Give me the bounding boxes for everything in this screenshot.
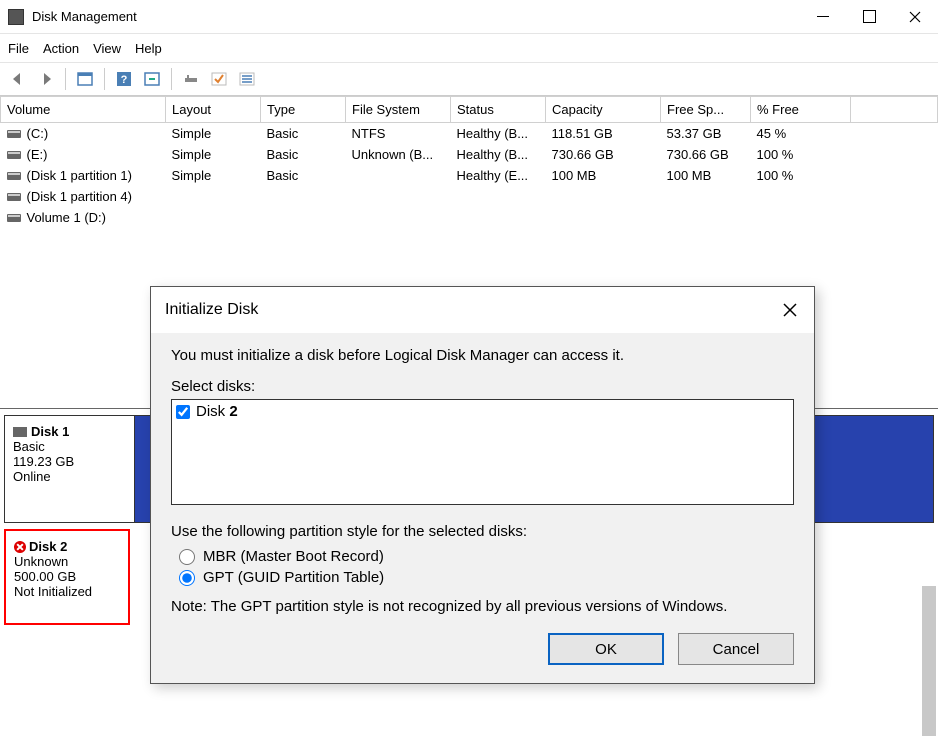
disk-checkbox[interactable]: [176, 405, 190, 419]
initialize-disk-dialog: Initialize Disk You must initialize a di…: [150, 286, 815, 684]
partition-style-label: Use the following partition style for th…: [171, 523, 794, 540]
col-pctfree[interactable]: % Free: [751, 97, 851, 123]
col-capacity[interactable]: Capacity: [546, 97, 661, 123]
disk-header: Disk 2 Unknown 500.00 GB Not Initialized: [6, 531, 128, 623]
mbr-label: MBR (Master Boot Record): [203, 548, 384, 565]
menu-view[interactable]: View: [93, 41, 121, 56]
col-type[interactable]: Type: [261, 97, 346, 123]
table-row[interactable]: (Disk 1 partition 4): [1, 186, 938, 207]
gpt-label: GPT (GUID Partition Table): [203, 569, 384, 586]
disk-name: Disk 1: [31, 424, 69, 439]
mbr-radio[interactable]: [179, 549, 195, 565]
dialog-message: You must initialize a disk before Logica…: [171, 347, 794, 364]
error-icon: [14, 541, 26, 553]
disk-header: Disk 1 Basic 119.23 GB Online: [5, 416, 135, 522]
close-button[interactable]: [892, 0, 938, 34]
col-free[interactable]: Free Sp...: [661, 97, 751, 123]
disk-state: Online: [13, 469, 126, 484]
disk-size: 500.00 GB: [14, 569, 120, 584]
col-layout[interactable]: Layout: [166, 97, 261, 123]
disk-list-item[interactable]: Disk 2: [176, 403, 789, 420]
checklist-icon[interactable]: [207, 67, 231, 91]
table-row[interactable]: Volume 1 (D:): [1, 207, 938, 228]
forward-icon[interactable]: [34, 67, 58, 91]
gpt-radio[interactable]: [179, 570, 195, 586]
dialog-title: Initialize Disk: [165, 301, 258, 319]
settings-icon[interactable]: [179, 67, 203, 91]
disk-select-list[interactable]: Disk 2: [171, 399, 794, 505]
table-row[interactable]: (E:)SimpleBasicUnknown (B...Healthy (B..…: [1, 144, 938, 165]
help-icon[interactable]: ?: [112, 67, 136, 91]
dialog-note: Note: The GPT partition style is not rec…: [171, 598, 794, 615]
disk-type: Unknown: [14, 554, 120, 569]
volume-table: Volume Layout Type File System Status Ca…: [0, 96, 938, 228]
table-row[interactable]: (C:)SimpleBasicNTFSHealthy (B...118.51 G…: [1, 123, 938, 144]
radio-mbr[interactable]: MBR (Master Boot Record): [179, 548, 794, 565]
menu-help[interactable]: Help: [135, 41, 162, 56]
minimize-button[interactable]: [800, 0, 846, 34]
col-volume[interactable]: Volume: [1, 97, 166, 123]
show-hide-icon[interactable]: [73, 67, 97, 91]
svg-text:?: ?: [121, 74, 128, 86]
col-fs[interactable]: File System: [346, 97, 451, 123]
volume-icon: [7, 130, 21, 138]
disk-icon: [13, 427, 27, 437]
window-buttons: [800, 0, 938, 34]
ok-button[interactable]: OK: [548, 633, 664, 665]
list-icon[interactable]: [235, 67, 259, 91]
col-status[interactable]: Status: [451, 97, 546, 123]
title-bar: Disk Management: [0, 0, 938, 34]
col-blank[interactable]: [851, 97, 938, 123]
menu-bar: File Action View Help: [0, 34, 938, 62]
dialog-title-bar: Initialize Disk: [151, 287, 814, 333]
dialog-close-button[interactable]: [780, 300, 800, 320]
toolbar: ?: [0, 62, 938, 96]
window-title: Disk Management: [32, 9, 800, 24]
app-icon: [8, 9, 24, 25]
disk-row[interactable]: Disk 2 Unknown 500.00 GB Not Initialized: [4, 529, 130, 625]
volume-icon: [7, 214, 21, 222]
disk-state: Not Initialized: [14, 584, 120, 599]
cancel-button[interactable]: Cancel: [678, 633, 794, 665]
menu-action[interactable]: Action: [43, 41, 79, 56]
table-row[interactable]: (Disk 1 partition 1)SimpleBasicHealthy (…: [1, 165, 938, 186]
refresh-icon[interactable]: [140, 67, 164, 91]
volume-icon: [7, 172, 21, 180]
disk-name: Disk 2: [29, 539, 67, 554]
disk-size: 119.23 GB: [13, 454, 126, 469]
maximize-button[interactable]: [846, 0, 892, 34]
scrollbar[interactable]: [922, 586, 936, 736]
menu-file[interactable]: File: [8, 41, 29, 56]
select-disks-label: Select disks:: [171, 378, 794, 395]
disk-list-item-label: Disk 2: [196, 403, 238, 420]
disk-type: Basic: [13, 439, 126, 454]
back-icon[interactable]: [6, 67, 30, 91]
volume-icon: [7, 151, 21, 159]
radio-gpt[interactable]: GPT (GUID Partition Table): [179, 569, 794, 586]
volume-icon: [7, 193, 21, 201]
